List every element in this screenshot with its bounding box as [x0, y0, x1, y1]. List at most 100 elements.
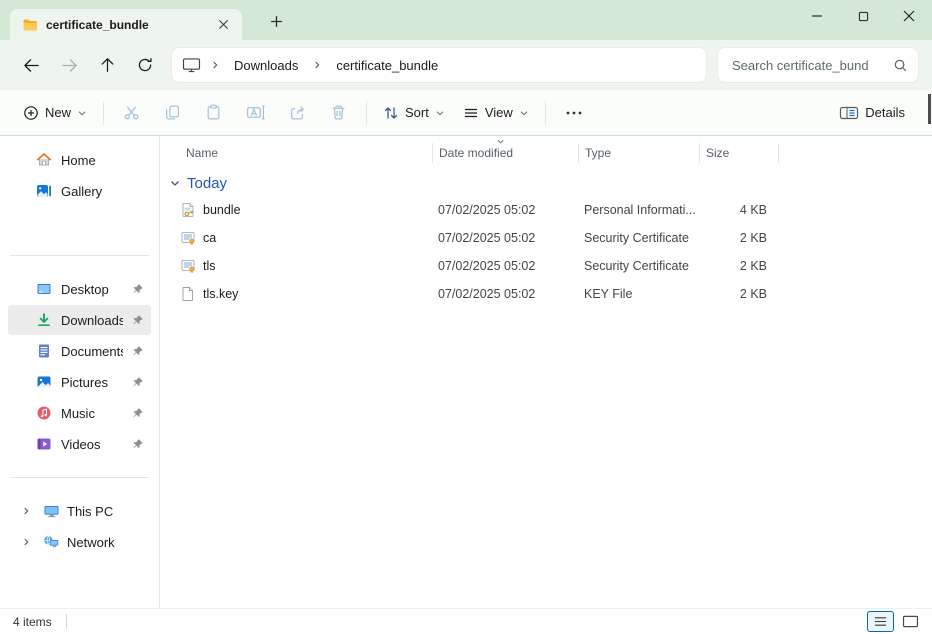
sidebar-item-label: This PC [67, 504, 151, 519]
this-pc-icon[interactable] [182, 57, 201, 73]
pin-icon [132, 376, 144, 388]
sort-ascending-caret-icon [495, 137, 506, 146]
file-date: 07/02/2025 05:02 [432, 203, 578, 217]
cut-icon [123, 104, 140, 121]
column-header-size[interactable]: Size [699, 143, 779, 163]
copy-button[interactable] [152, 98, 193, 127]
new-button[interactable]: New [14, 99, 96, 127]
back-button[interactable] [12, 48, 50, 82]
paste-button[interactable] [193, 98, 234, 127]
column-header-name[interactable]: Name [160, 143, 432, 163]
pin-icon [132, 314, 144, 326]
cut-button[interactable] [111, 98, 152, 127]
security-certificate-icon [180, 258, 196, 274]
view-button[interactable]: View [454, 99, 538, 127]
details-view-toggle[interactable] [867, 611, 894, 632]
details-pane-label: Details [865, 105, 905, 120]
column-header-date-modified[interactable]: Date modified [432, 143, 578, 163]
file-row-tls[interactable]: tls 07/02/2025 05:02 Security Certificat… [160, 252, 932, 280]
file-explorer-window: certificate_bundle [0, 0, 932, 634]
sidebar-item-downloads[interactable]: Downloads [8, 305, 151, 335]
sidebar-item-videos[interactable]: Videos [8, 429, 151, 459]
file-type: Security Certificate [578, 231, 699, 245]
delete-button[interactable] [318, 98, 359, 127]
refresh-button[interactable] [126, 48, 164, 82]
explorer-tab[interactable]: certificate_bundle [10, 9, 242, 40]
file-list-pane: Name Date modified Type Size Today [160, 136, 932, 608]
details-pane-button[interactable]: Details [830, 99, 914, 127]
chevron-right-icon[interactable] [16, 537, 36, 547]
documents-icon [36, 343, 52, 359]
sort-icon [383, 105, 399, 121]
sidebar-item-label: Videos [61, 437, 123, 452]
navigation-pane: Home Gallery Desktop [0, 136, 160, 608]
file-row-ca[interactable]: ca 07/02/2025 05:02 Security Certificate… [160, 224, 932, 252]
chevron-right-icon[interactable] [16, 506, 36, 516]
sidebar-item-label: Music [61, 406, 123, 421]
column-header-type[interactable]: Type [578, 143, 699, 163]
sidebar-item-label: Documents [61, 344, 123, 359]
network-icon [43, 534, 60, 550]
file-size: 4 KB [699, 203, 779, 217]
scrollbar-thumb[interactable] [928, 94, 931, 124]
breadcrumb-chevron-icon [210, 60, 220, 70]
file-type: KEY File [578, 287, 699, 301]
see-more-button[interactable] [553, 99, 595, 127]
breadcrumb-downloads[interactable]: Downloads [229, 55, 303, 76]
sidebar-item-gallery[interactable]: Gallery [8, 176, 151, 206]
search-input[interactable] [732, 58, 893, 73]
group-header-today[interactable]: Today [160, 170, 932, 196]
sidebar-item-network[interactable]: Network [8, 527, 151, 557]
trash-icon [330, 104, 347, 121]
thumbnail-view-toggle[interactable] [897, 611, 924, 632]
new-tab-button[interactable] [264, 9, 288, 33]
chevron-down-icon [435, 108, 445, 118]
pin-icon [132, 345, 144, 357]
search-icon[interactable] [893, 58, 908, 73]
forward-button[interactable] [50, 48, 88, 82]
ellipsis-icon [565, 105, 583, 121]
file-row-bundle[interactable]: bundle 07/02/2025 05:02 Personal Informa… [160, 196, 932, 224]
file-name: tls.key [203, 287, 238, 301]
toolbar-divider [545, 101, 546, 125]
search-box[interactable] [718, 48, 918, 82]
close-window-button[interactable] [886, 0, 932, 32]
videos-icon [36, 436, 52, 452]
sidebar-item-this-pc[interactable]: This PC [8, 496, 151, 526]
sidebar-item-label: Desktop [61, 282, 123, 297]
sidebar-item-music[interactable]: Music [8, 398, 151, 428]
file-row-tls-key[interactable]: tls.key 07/02/2025 05:02 KEY File 2 KB [160, 280, 932, 308]
chevron-down-icon [77, 108, 87, 118]
rename-button[interactable] [234, 98, 277, 127]
rename-icon [246, 104, 265, 121]
file-name: ca [203, 231, 216, 245]
desktop-icon [36, 281, 52, 297]
breadcrumb-current-folder[interactable]: certificate_bundle [331, 55, 443, 76]
new-button-label: New [45, 105, 71, 120]
main-area: Home Gallery Desktop [0, 136, 932, 608]
file-type: Personal Informati... [578, 203, 699, 217]
security-certificate-icon [180, 230, 196, 246]
maximize-button[interactable] [840, 0, 886, 32]
share-button[interactable] [277, 98, 318, 127]
gallery-icon [36, 183, 52, 199]
sidebar-item-label: Home [61, 153, 151, 168]
file-size: 2 KB [699, 231, 779, 245]
sidebar-item-documents[interactable]: Documents [8, 336, 151, 366]
items-count: 4 items [13, 615, 52, 629]
file-size: 2 KB [699, 287, 779, 301]
sidebar-item-desktop[interactable]: Desktop [8, 274, 151, 304]
sidebar-item-home[interactable]: Home [8, 145, 151, 175]
sort-button[interactable]: Sort [374, 99, 454, 127]
address-bar[interactable]: Downloads certificate_bundle [172, 48, 706, 82]
minimize-button[interactable] [794, 0, 840, 32]
command-toolbar: New [0, 90, 932, 136]
sort-button-label: Sort [405, 105, 429, 120]
downloads-icon [36, 312, 52, 328]
sidebar-item-pictures[interactable]: Pictures [8, 367, 151, 397]
up-button[interactable] [88, 48, 126, 82]
column-headers: Name Date modified Type Size [160, 140, 932, 166]
navigation-bar: Downloads certificate_bundle [0, 40, 932, 90]
tab-close-icon[interactable] [212, 14, 234, 36]
file-name: tls [203, 259, 216, 273]
